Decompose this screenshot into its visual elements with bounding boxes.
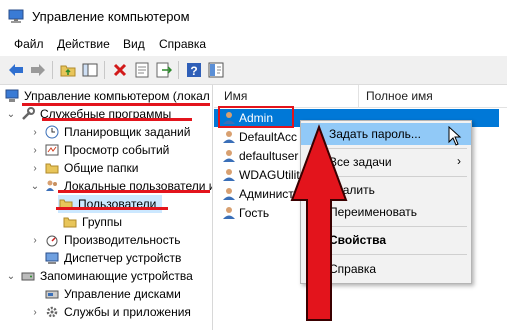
services-icon: [44, 304, 60, 320]
shared-folder-icon: [44, 160, 60, 176]
list-item-label: Гость: [239, 206, 270, 220]
tree-label: Группы: [82, 215, 122, 229]
tree-label: Просмотр событий: [64, 143, 170, 157]
chevron-right-icon: ›: [457, 154, 461, 168]
annotation-arrow-icon: [290, 124, 348, 321]
menu-bar: Файл Действие Вид Справка: [0, 34, 507, 56]
clock-icon: [44, 124, 60, 140]
user-icon: [223, 131, 235, 143]
tree-item-storage[interactable]: ⌄ Запоминающие устройства: [6, 267, 193, 285]
tree-item-services[interactable]: › Службы и приложения: [30, 303, 191, 321]
disk-icon: [44, 286, 60, 302]
back-arrow-icon[interactable]: [6, 60, 26, 80]
tree-item-disk-management[interactable]: Управление дисками: [44, 285, 181, 303]
svg-text:?: ?: [190, 64, 197, 78]
performance-icon: [44, 232, 60, 248]
tree-item-event-viewer[interactable]: › Просмотр событий: [30, 141, 169, 159]
storage-icon: [20, 268, 36, 284]
event-viewer-icon: [44, 142, 60, 158]
list-row[interactable]: Гость: [222, 204, 269, 222]
tree-label: Запоминающие устройства: [40, 269, 193, 283]
chevron-down-icon[interactable]: ⌄: [30, 181, 40, 192]
column-header-name[interactable]: Имя: [224, 89, 247, 103]
tree-item-task-scheduler[interactable]: › Планировщик заданий: [30, 123, 190, 141]
list-row[interactable]: defaultuser: [222, 147, 298, 165]
delete-icon[interactable]: [110, 60, 130, 80]
toolbar-separator: [52, 61, 53, 79]
tree-label: Службы и приложения: [64, 305, 191, 319]
chevron-right-icon[interactable]: ›: [30, 145, 40, 156]
user-icon: [223, 169, 235, 181]
help-book-icon[interactable]: [206, 60, 226, 80]
properties-icon[interactable]: [132, 60, 152, 80]
annotation-underline: [22, 103, 210, 106]
window-title: Управление компьютером: [32, 9, 190, 24]
device-manager-icon: [44, 250, 60, 266]
computer-management-icon: [8, 9, 24, 23]
tree-item-groups[interactable]: Группы: [62, 213, 122, 231]
menu-help[interactable]: Справка: [159, 37, 206, 51]
computer-management-icon: [4, 88, 20, 104]
tree-label: Производительность: [64, 233, 181, 247]
list-header: Имя Полное имя: [214, 85, 507, 108]
column-separator[interactable]: [358, 85, 359, 107]
tools-icon: [20, 106, 36, 122]
chevron-right-icon[interactable]: ›: [30, 127, 40, 138]
user-icon: [223, 207, 235, 219]
tree-label: Управление компьютером (локал: [24, 89, 210, 103]
chevron-right-icon[interactable]: ›: [30, 307, 40, 318]
user-icon: [223, 188, 235, 200]
annotation-box: [218, 106, 294, 128]
annotation-underline: [56, 207, 168, 210]
tree-item-shared-folders[interactable]: › Общие папки: [30, 159, 138, 177]
tree-label: Общие папки: [64, 161, 139, 175]
show-hide-tree-icon[interactable]: [80, 60, 100, 80]
toolbar-separator: [178, 61, 179, 79]
tree-item-performance[interactable]: › Производительность: [30, 231, 180, 249]
forward-arrow-icon[interactable]: [28, 60, 48, 80]
annotation-underline: [58, 190, 210, 193]
user-icon: [223, 150, 235, 162]
export-icon[interactable]: [154, 60, 174, 80]
title-bar: Управление компьютером: [0, 0, 507, 34]
menu-view[interactable]: Вид: [123, 37, 145, 51]
chevron-down-icon[interactable]: ⌄: [6, 109, 16, 120]
menu-file[interactable]: Файл: [14, 37, 44, 51]
column-header-full-name[interactable]: Полное имя: [366, 89, 433, 103]
menu-action[interactable]: Действие: [57, 37, 110, 51]
help-icon[interactable]: ?: [184, 60, 204, 80]
list-row[interactable]: DefaultAcc: [222, 128, 297, 146]
tree-item-device-manager[interactable]: Диспетчер устройств: [44, 249, 181, 267]
folder-icon: [62, 214, 78, 230]
tree-label: Планировщик заданий: [64, 125, 191, 139]
chevron-right-icon[interactable]: ›: [30, 235, 40, 246]
tree-label: Диспетчер устройств: [64, 251, 182, 265]
toolbar: ?: [0, 56, 507, 85]
tree-item-users[interactable]: Пользователи: [58, 195, 163, 213]
toolbar-separator: [104, 61, 105, 79]
annotation-underline: [42, 118, 192, 121]
cursor-icon: [448, 126, 462, 146]
chevron-right-icon[interactable]: ›: [30, 163, 40, 174]
chevron-down-icon[interactable]: ⌄: [6, 271, 16, 282]
tree-label: Управление дисками: [64, 287, 181, 301]
folder-up-icon[interactable]: [58, 60, 78, 80]
